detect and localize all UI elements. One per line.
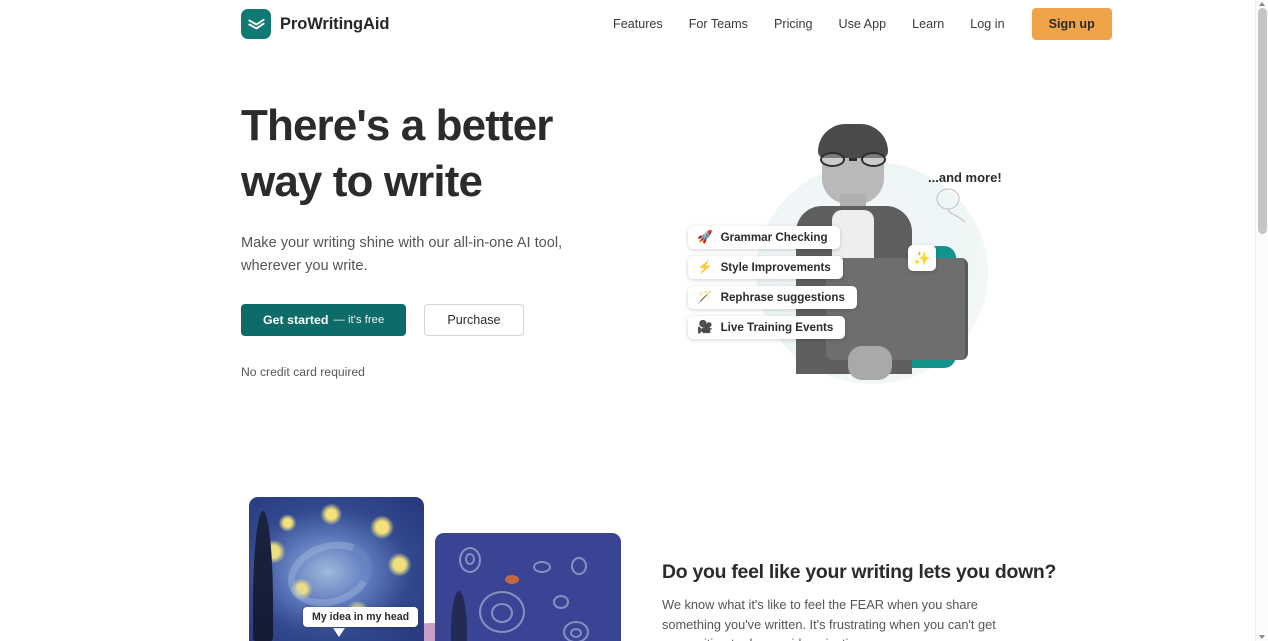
- get-started-button[interactable]: Get started — it's free: [241, 304, 407, 336]
- nav-item-log-in[interactable]: Log in: [957, 11, 1017, 37]
- scroll-down-arrow-icon[interactable]: [1259, 635, 1265, 639]
- sparkles-icon: ✨: [908, 245, 936, 271]
- feature-chip-label: Grammar Checking: [720, 231, 828, 244]
- person-hand: [848, 346, 892, 380]
- hero-title: There's a better way to write: [241, 98, 641, 210]
- feature-chip-list: 🚀 Grammar Checking ⚡ Style Improvements …: [688, 226, 857, 339]
- hero-text-block: There's a better way to write Make your …: [241, 98, 641, 278]
- hero-subtitle: Make your writing shine with our all-in-…: [241, 235, 563, 274]
- feature-chip-rephrase-suggestions[interactable]: 🪄 Rephrase suggestions: [688, 286, 857, 309]
- purchase-button[interactable]: Purchase: [424, 304, 524, 336]
- main-nav: Features For Teams Pricing Use App Learn…: [600, 0, 1112, 48]
- get-started-free-note: — it's free: [333, 314, 385, 326]
- feature-chip-style-improvements[interactable]: ⚡ Style Improvements: [688, 256, 843, 279]
- image-caption-label: My idea in my head: [303, 607, 419, 627]
- lightning-icon: ⚡: [697, 260, 713, 275]
- section2-text-block: Do you feel like your writing lets you d…: [662, 561, 1057, 641]
- nav-item-features[interactable]: Features: [600, 11, 676, 37]
- nav-item-learn[interactable]: Learn: [899, 11, 957, 37]
- section2-title: Do you feel like your writing lets you d…: [662, 561, 1057, 583]
- movie-camera-icon: 🎥: [697, 320, 713, 335]
- and-more-label: ...and more!: [928, 170, 1002, 185]
- label-pointer: [333, 628, 345, 637]
- sketch-canvas-image: [435, 533, 621, 641]
- feature-chip-label: Style Improvements: [720, 261, 831, 274]
- feature-chip-label: Live Training Events: [720, 321, 834, 334]
- prowritingaid-book-logo-icon: [241, 9, 271, 39]
- scroll-up-arrow-icon[interactable]: [1259, 2, 1265, 6]
- site-header: ProWritingAid Features For Teams Pricing…: [0, 0, 1256, 48]
- nav-item-use-app[interactable]: Use App: [825, 11, 899, 37]
- feature-chip-label: Rephrase suggestions: [720, 291, 845, 304]
- hero-title-line-1: There's a better: [241, 101, 553, 150]
- sign-up-button[interactable]: Sign up: [1031, 8, 1112, 40]
- page-root: ProWritingAid Features For Teams Pricing…: [0, 0, 1268, 641]
- brand-name: ProWritingAid: [280, 14, 390, 33]
- nav-item-pricing[interactable]: Pricing: [761, 11, 826, 37]
- feature-chip-grammar-checking[interactable]: 🚀 Grammar Checking: [688, 226, 840, 249]
- glasses-icon: [820, 152, 886, 167]
- feature-chip-live-training-events[interactable]: 🎥 Live Training Events: [688, 316, 846, 339]
- balloon-doodle-icon: [936, 188, 966, 223]
- get-started-label: Get started: [263, 313, 329, 327]
- rocket-icon: 🚀: [697, 230, 713, 245]
- starry-cypress: [253, 511, 273, 641]
- brand-logo[interactable]: ProWritingAid: [241, 9, 389, 39]
- hero-title-line-2: way to write: [241, 157, 483, 206]
- section2-body: We know what it's like to feel the FEAR …: [662, 597, 996, 641]
- section2-illustration: My idea in my head: [249, 497, 621, 641]
- nav-item-for-teams[interactable]: For Teams: [676, 11, 761, 37]
- page-scrollbar[interactable]: [1255, 0, 1268, 641]
- hero-cta-row: Get started — it's free Purchase: [241, 304, 524, 336]
- scrollbar-thumb[interactable]: [1258, 8, 1267, 234]
- magic-wand-icon: 🪄: [697, 290, 713, 305]
- hero-illustration: 🚀 Grammar Checking ⚡ Style Improvements …: [660, 100, 1020, 390]
- sketch-cypress: [451, 591, 467, 641]
- starry-swirl: [279, 531, 381, 617]
- no-credit-card-note: No credit card required: [241, 365, 365, 379]
